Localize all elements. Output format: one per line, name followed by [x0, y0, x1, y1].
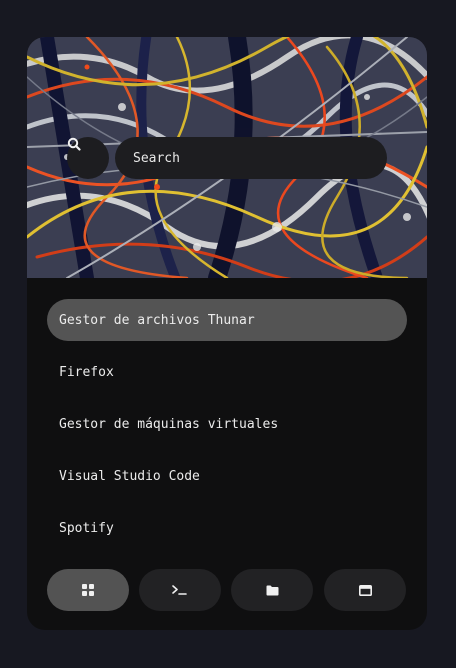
app-item-label: Firefox	[59, 364, 114, 380]
app-item-thunar[interactable]: Gestor de archivos Thunar	[47, 299, 407, 341]
app-item-vscode[interactable]: Visual Studio Code	[47, 455, 407, 497]
app-item-label: Spotify	[59, 520, 114, 536]
app-item-label: Gestor de archivos Thunar	[59, 312, 255, 328]
app-list: Gestor de archivos Thunar Firefox Gestor…	[47, 299, 407, 559]
grid-icon	[82, 584, 94, 596]
search-bar	[67, 137, 387, 179]
apps-mode-button[interactable]	[47, 569, 129, 611]
app-item-virt-manager[interactable]: Gestor de máquinas virtuales	[47, 403, 407, 445]
header-artwork	[27, 37, 427, 278]
terminal-mode-button[interactable]	[139, 569, 221, 611]
search-icon	[67, 137, 81, 151]
app-item-label: Gestor de máquinas virtuales	[59, 416, 279, 432]
app-item-firefox[interactable]: Firefox	[47, 351, 407, 393]
windows-mode-button[interactable]	[324, 569, 406, 611]
app-item-spotify[interactable]: Spotify	[47, 507, 407, 549]
folder-icon	[266, 585, 278, 595]
app-launcher: Gestor de archivos Thunar Firefox Gestor…	[27, 37, 427, 630]
terminal-icon	[172, 585, 187, 595]
app-item-label: Visual Studio Code	[59, 468, 200, 484]
mode-switcher	[47, 569, 407, 611]
search-input[interactable]	[131, 149, 375, 167]
search-button[interactable]	[67, 137, 109, 179]
window-icon	[358, 584, 372, 596]
files-mode-button[interactable]	[231, 569, 313, 611]
search-field-container	[115, 137, 387, 179]
